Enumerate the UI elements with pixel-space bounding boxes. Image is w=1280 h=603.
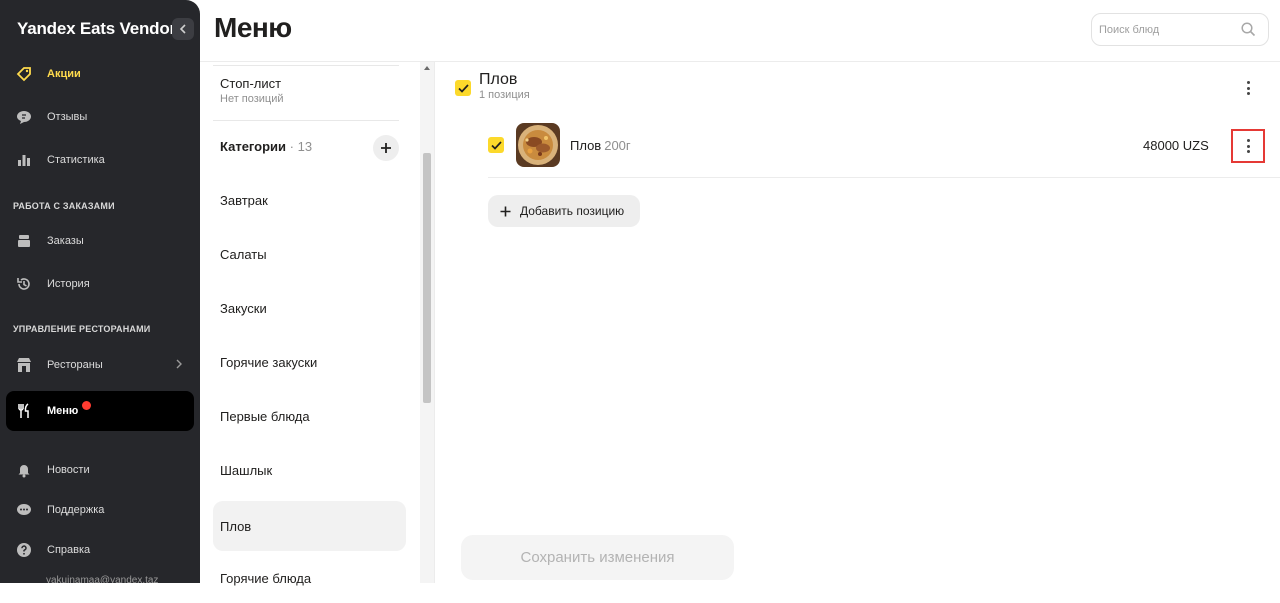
brand-title: Yandex Eats Vendor xyxy=(17,19,176,38)
item-price: 48000 UZS xyxy=(1143,138,1209,153)
divider xyxy=(213,65,399,66)
collapse-sidebar-button[interactable] xyxy=(172,18,194,40)
group-checkbox[interactable] xyxy=(455,80,471,96)
orders-icon xyxy=(15,232,33,250)
bar-chart-icon xyxy=(15,151,33,169)
plus-icon xyxy=(500,206,511,217)
stop-list[interactable]: Стоп-лист Нет позиций xyxy=(220,76,284,105)
help-icon xyxy=(15,541,33,559)
restaurant-icon xyxy=(15,356,33,374)
sidebar-item-history[interactable]: История xyxy=(6,264,194,304)
item-more-button[interactable] xyxy=(1231,129,1265,163)
sidebar-item-label: Новости xyxy=(47,464,90,476)
dot xyxy=(1246,92,1250,95)
dot xyxy=(1246,139,1250,142)
add-position-label: Добавить позицию xyxy=(520,204,625,218)
plus-icon xyxy=(381,143,391,153)
group-subtitle: 1 позиция xyxy=(479,89,530,101)
category-item[interactable]: Завтрак xyxy=(213,175,406,225)
chat-bubble-icon xyxy=(15,108,33,126)
item-thumbnail[interactable] xyxy=(516,123,560,167)
sidebar-item-label: Справка xyxy=(47,544,91,556)
sidebar-item-statistics[interactable]: Статистика xyxy=(6,140,194,180)
sidebar-item-label: История xyxy=(47,278,90,290)
category-item[interactable]: Салаты xyxy=(213,229,406,279)
search-input[interactable] xyxy=(1099,21,1239,39)
dot xyxy=(1246,150,1250,153)
search-box[interactable] xyxy=(1091,13,1269,46)
dot xyxy=(1246,81,1250,84)
sidebar-item-label: Меню xyxy=(47,405,79,417)
check-icon xyxy=(490,140,502,150)
categories-label: Категории xyxy=(220,139,287,154)
dot xyxy=(1246,86,1250,90)
sidebar-item-label: Поддержка xyxy=(47,504,105,516)
item-weight: 200г xyxy=(604,138,631,153)
scrollbar-thumb[interactable] xyxy=(423,153,431,403)
divider xyxy=(213,120,399,121)
item-name: Плов 200г xyxy=(570,138,631,153)
sidebar-item-help[interactable]: Справка xyxy=(6,530,194,570)
stop-list-subtitle: Нет позиций xyxy=(220,93,284,105)
category-item[interactable]: Горячие блюда xyxy=(213,553,406,603)
item-divider xyxy=(488,177,1280,178)
sidebar-item-label: Заказы xyxy=(47,235,84,247)
notification-dot xyxy=(82,400,92,410)
category-item[interactable]: Закуски xyxy=(213,283,406,333)
bell-icon xyxy=(15,461,33,479)
add-category-button[interactable] xyxy=(373,135,399,161)
check-icon xyxy=(457,83,469,93)
group-title: Плов xyxy=(479,71,518,88)
sidebar-item-menu[interactable]: Меню xyxy=(6,391,194,431)
category-item[interactable]: Первые блюда xyxy=(213,391,406,441)
sidebar-item-news[interactable]: Новости xyxy=(6,450,194,490)
save-changes-button[interactable]: Сохранить изменения xyxy=(461,535,734,580)
header-divider xyxy=(200,61,1280,62)
sidebar-item-label: Рестораны xyxy=(47,359,103,371)
tag-icon xyxy=(15,65,33,83)
sidebar-item-promotions[interactable]: Акции xyxy=(6,54,194,94)
item-checkbox[interactable] xyxy=(488,137,504,153)
sidebar-item-label: Отзывы xyxy=(47,111,88,123)
category-item[interactable]: Шашлык xyxy=(213,445,406,495)
categories-count: · 13 xyxy=(289,139,313,154)
sidebar-item-label: Акции xyxy=(47,68,81,80)
group-more-button[interactable] xyxy=(1231,71,1265,105)
stop-list-title: Стоп-лист xyxy=(220,76,282,91)
category-item-active[interactable]: Плов xyxy=(213,501,406,551)
fork-knife-icon xyxy=(15,402,33,420)
search-icon xyxy=(1241,22,1256,37)
categories-header: Категории · 13 xyxy=(220,139,312,154)
dot xyxy=(1246,144,1250,148)
section-header-restaurants: УПРАВЛЕНИЕ РЕСТОРАНАМИ xyxy=(13,324,151,334)
sidebar-item-restaurants[interactable]: Рестораны xyxy=(6,345,194,385)
sidebar: Yandex Eats Vendor Акции Отзывы Статисти… xyxy=(0,0,200,583)
sidebar-item-orders[interactable]: Заказы xyxy=(6,221,194,261)
sidebar-item-support[interactable]: Поддержка xyxy=(6,490,194,530)
support-chat-icon xyxy=(15,501,33,519)
sidebar-item-reviews[interactable]: Отзывы xyxy=(6,97,194,137)
column-divider xyxy=(434,62,435,583)
section-header-orders: РАБОТА С ЗАКАЗАМИ xyxy=(13,201,115,211)
sidebar-item-label: Статистика xyxy=(47,154,105,166)
user-email: yakuinamaa@yandex.taz xyxy=(46,575,159,583)
history-icon xyxy=(15,275,33,293)
plov-dish-image xyxy=(516,123,560,167)
item-title: Плов xyxy=(570,138,602,153)
add-position-button[interactable]: Добавить позицию xyxy=(488,195,640,227)
category-item[interactable]: Горячие закуски xyxy=(213,337,406,387)
chevron-right-icon xyxy=(176,359,182,369)
page-title: Меню xyxy=(214,12,292,43)
chevron-left-icon xyxy=(179,24,186,34)
scroll-up-arrow[interactable] xyxy=(424,66,430,70)
